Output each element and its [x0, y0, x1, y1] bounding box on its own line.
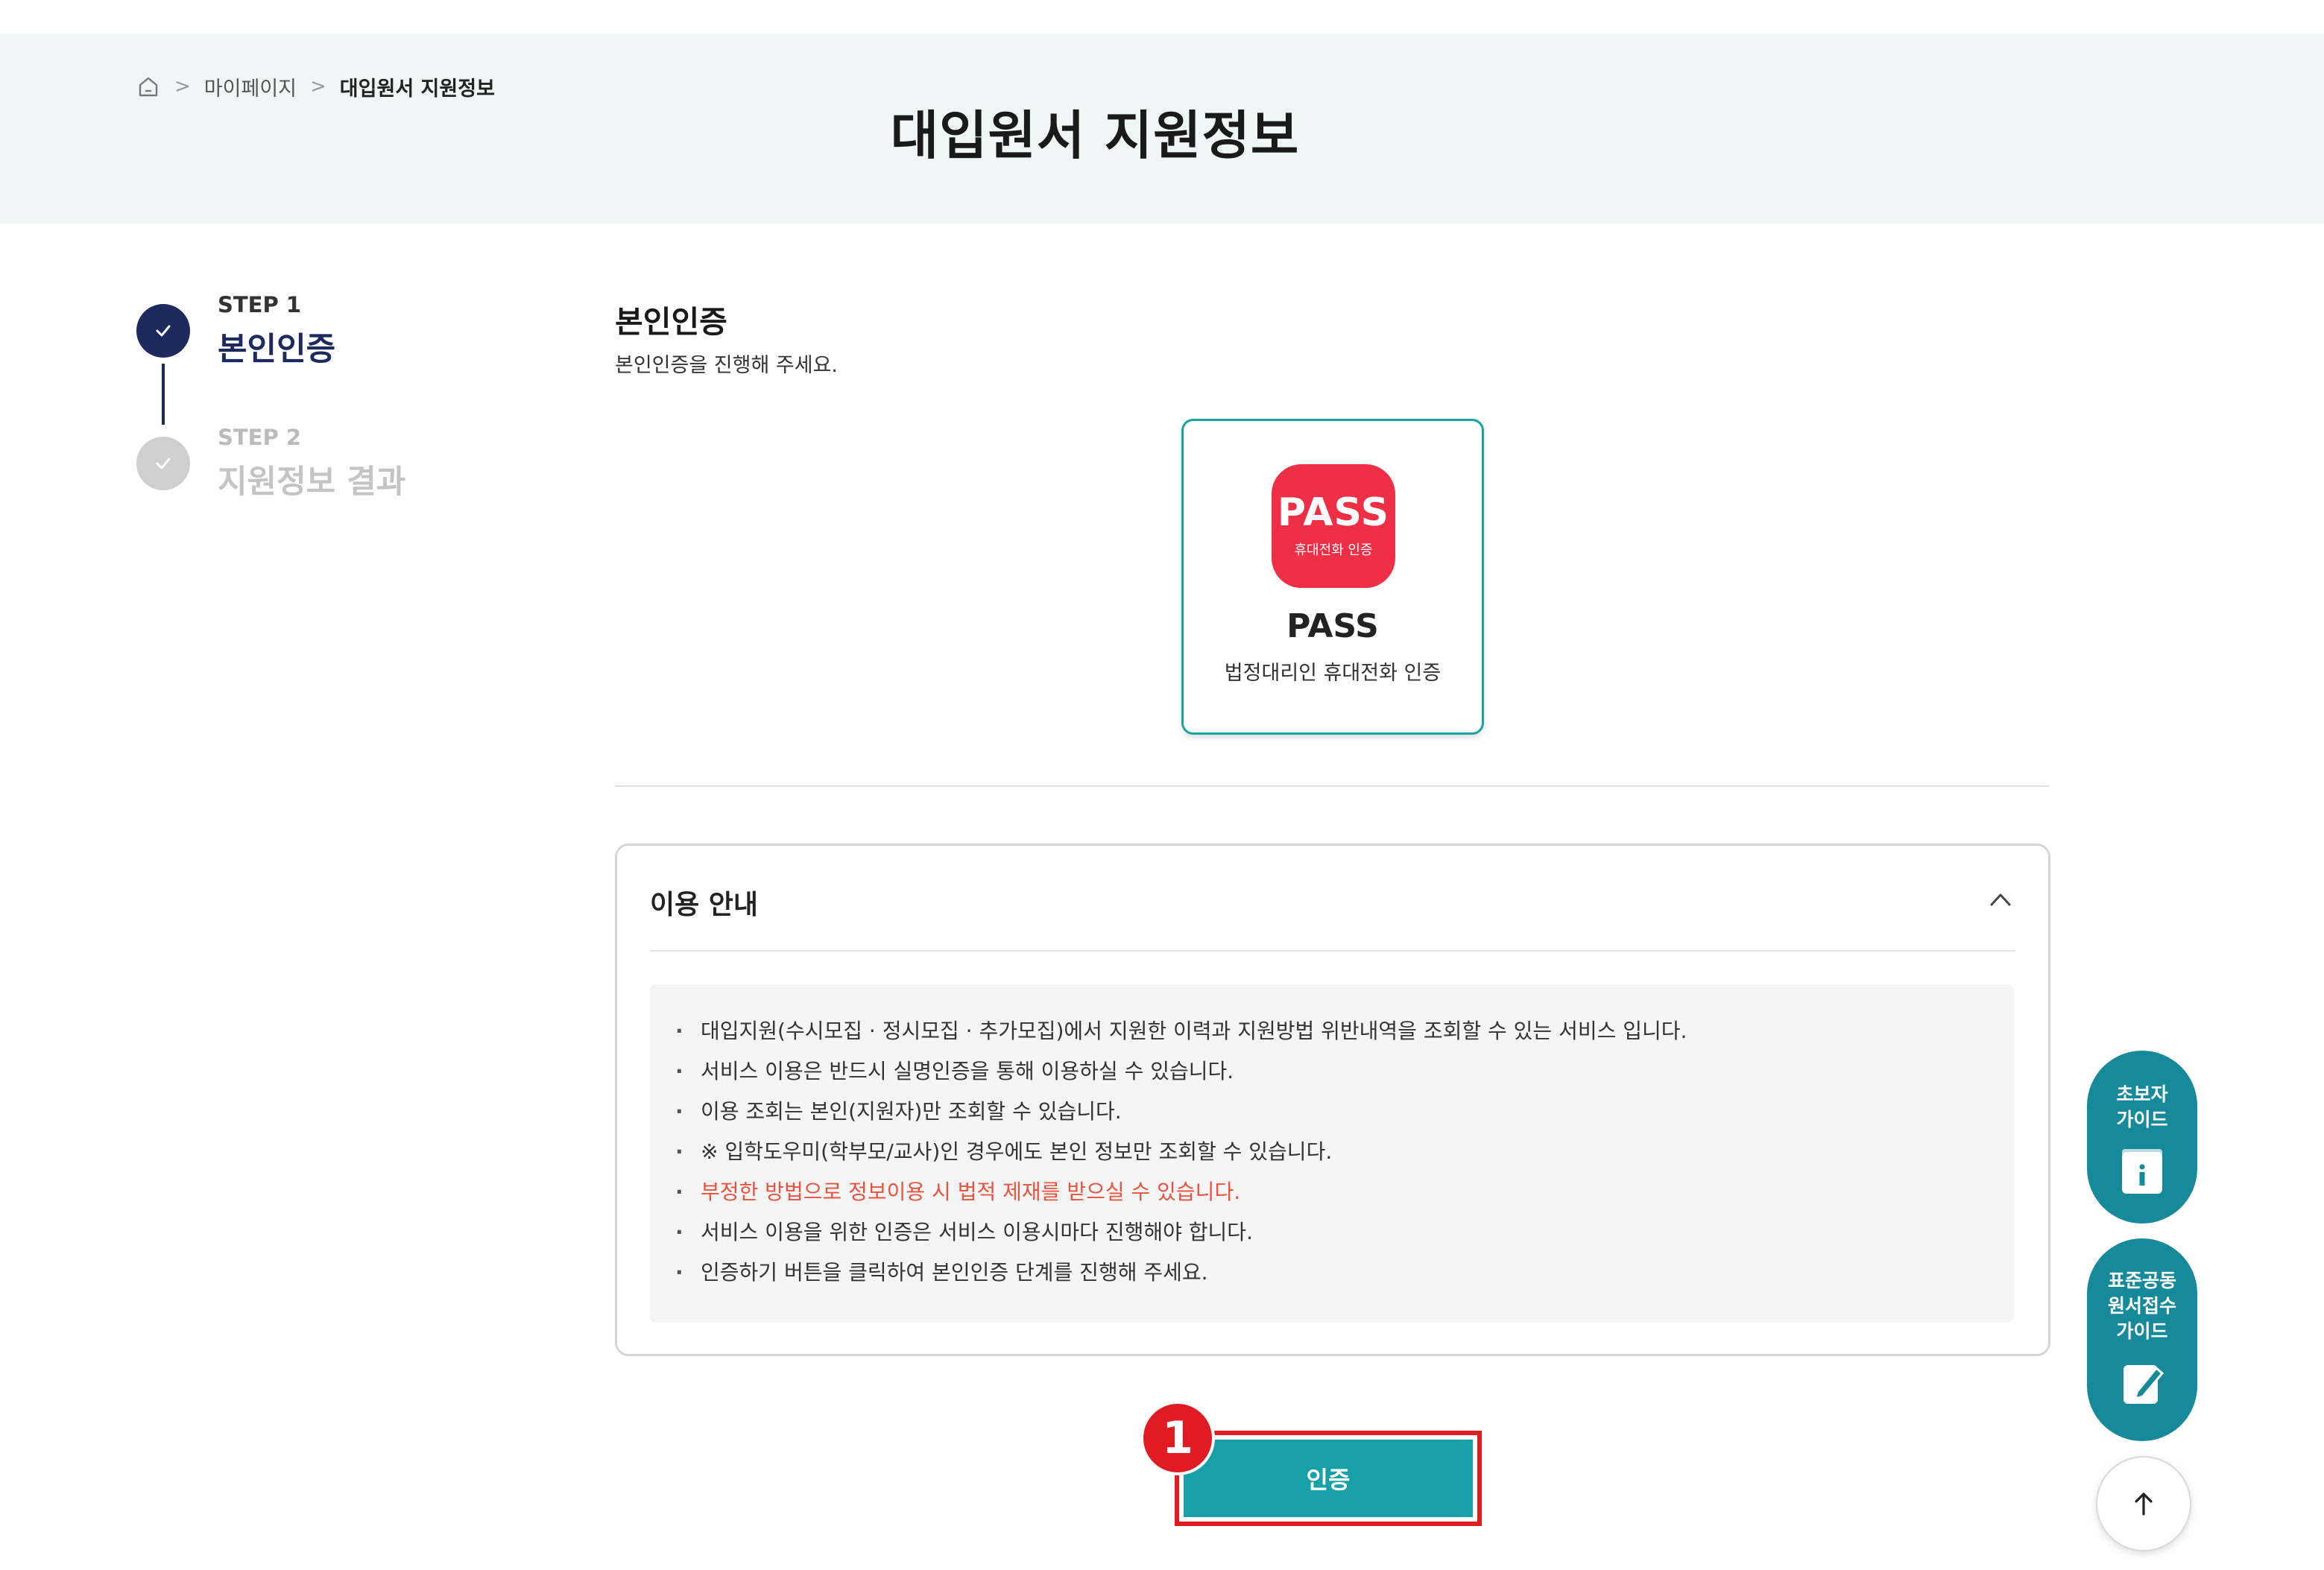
step1-complete-indicator	[136, 304, 190, 358]
pass-logo-subtext: 휴대전화 인증	[1294, 542, 1373, 558]
usage-guide-panel: 이용 안내 대입지원(수시모집 · 정시모집 · 추가모집)에서 지원한 이력과…	[615, 843, 2050, 1356]
arrow-up-icon	[2135, 1493, 2153, 1516]
step1-name: 본인인증	[218, 331, 336, 368]
pass-method-description: 법정대리인 휴대전화 인증	[1224, 662, 1442, 685]
section-description: 본인인증을 진행해 주세요.	[615, 354, 838, 377]
edit-document-icon	[2124, 1365, 2164, 1404]
beginner-guide-button[interactable]: 초보자 가이드	[2087, 1051, 2197, 1224]
guide-item: 대입지원(수시모집 · 정시모집 · 추가모집)에서 지원한 이력과 지원방법 …	[650, 1011, 2014, 1051]
beginner-guide-label: 초보자 가이드	[2116, 1083, 2168, 1130]
check-icon	[156, 325, 171, 337]
usage-guide-list: 대입지원(수시모집 · 정시모집 · 추가모집)에서 지원한 이력과 지원방법 …	[650, 984, 2014, 1323]
guide-item: ※ 입학도우미(학부모/교사)인 경우에도 본인 정보만 조회할 수 있습니다.	[650, 1132, 2014, 1172]
step2-indicator	[136, 437, 190, 490]
auth-button[interactable]: 인증	[1184, 1440, 1473, 1517]
info-book-icon	[2122, 1149, 2162, 1194]
guide-item-warning: 부정한 방법으로 정보이용 시 법적 제재를 받으실 수 있습니다.	[650, 1172, 2014, 1212]
pass-auth-card[interactable]: PASS 휴대전화 인증 PASS 법정대리인 휴대전화 인증	[1181, 419, 1484, 735]
step2-label: STEP 2	[218, 425, 302, 450]
application-guide-button[interactable]: 표준공동 원서접수 가이드	[2087, 1238, 2197, 1441]
guide-item: 이용 조회는 본인(지원자)만 조회할 수 있습니다.	[650, 1092, 2014, 1132]
step2-name: 지원정보 결과	[218, 463, 406, 501]
section-title: 본인인증	[615, 304, 727, 340]
step-connector	[162, 364, 165, 425]
application-guide-label: 표준공동 원서접수 가이드	[2107, 1270, 2176, 1342]
pass-logo: PASS 휴대전화 인증	[1272, 464, 1395, 588]
pass-logo-text: PASS	[1277, 490, 1390, 535]
check-icon	[156, 458, 171, 469]
guide-item: 서비스 이용은 반드시 실명인증을 통해 이용하실 수 있습니다.	[650, 1051, 2014, 1092]
usage-guide-title: 이용 안내	[650, 890, 759, 920]
page-title: 대입원서 지원정보	[890, 105, 1300, 166]
section-divider	[615, 785, 2049, 787]
annotation-badge: 1	[1140, 1401, 1215, 1475]
guide-item: 인증하기 버튼을 클릭하여 본인인증 단계를 진행해 주세요.	[650, 1253, 2014, 1293]
chevron-up-icon[interactable]	[1986, 884, 2015, 914]
step1-label: STEP 1	[218, 292, 302, 317]
guide-item: 서비스 이용을 위한 인증은 서비스 이용시마다 진행해야 합니다.	[650, 1212, 2014, 1253]
pass-method-name: PASS	[1286, 607, 1379, 645]
guide-divider	[650, 950, 2015, 952]
scroll-top-button[interactable]	[2096, 1456, 2191, 1551]
